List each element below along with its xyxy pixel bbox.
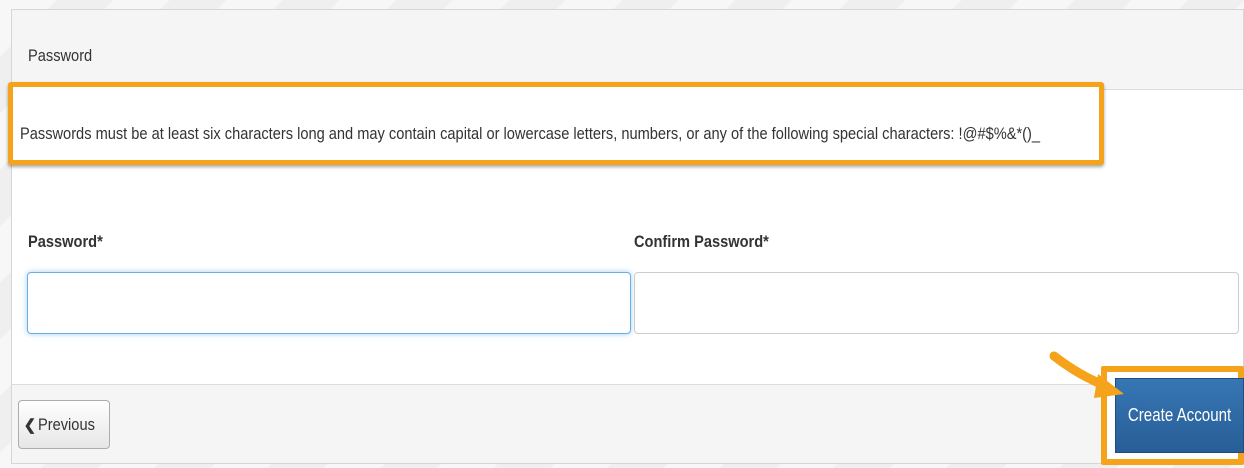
confirm-password-input[interactable] — [634, 272, 1239, 334]
previous-button-label: Previous — [38, 414, 96, 434]
previous-button[interactable]: ❮ Previous — [18, 400, 110, 449]
chevron-left-icon: ❮ — [23, 416, 37, 434]
create-account-button[interactable]: Create Account — [1115, 378, 1244, 453]
password-input[interactable] — [27, 272, 631, 334]
password-label: Password* — [28, 232, 103, 251]
create-account-label: Create Account — [1127, 405, 1232, 425]
panel-heading: Password — [12, 10, 1243, 90]
password-requirements-highlight: Passwords must be at least six character… — [8, 82, 1104, 165]
callout-arrow-icon — [1049, 351, 1124, 398]
panel-title: Password — [28, 46, 93, 65]
confirm-password-label: Confirm Password* — [634, 232, 769, 251]
page-background: Password Password* Confirm Password* ❮ P… — [0, 0, 1244, 468]
password-requirements-text: Passwords must be at least six character… — [20, 124, 1041, 143]
